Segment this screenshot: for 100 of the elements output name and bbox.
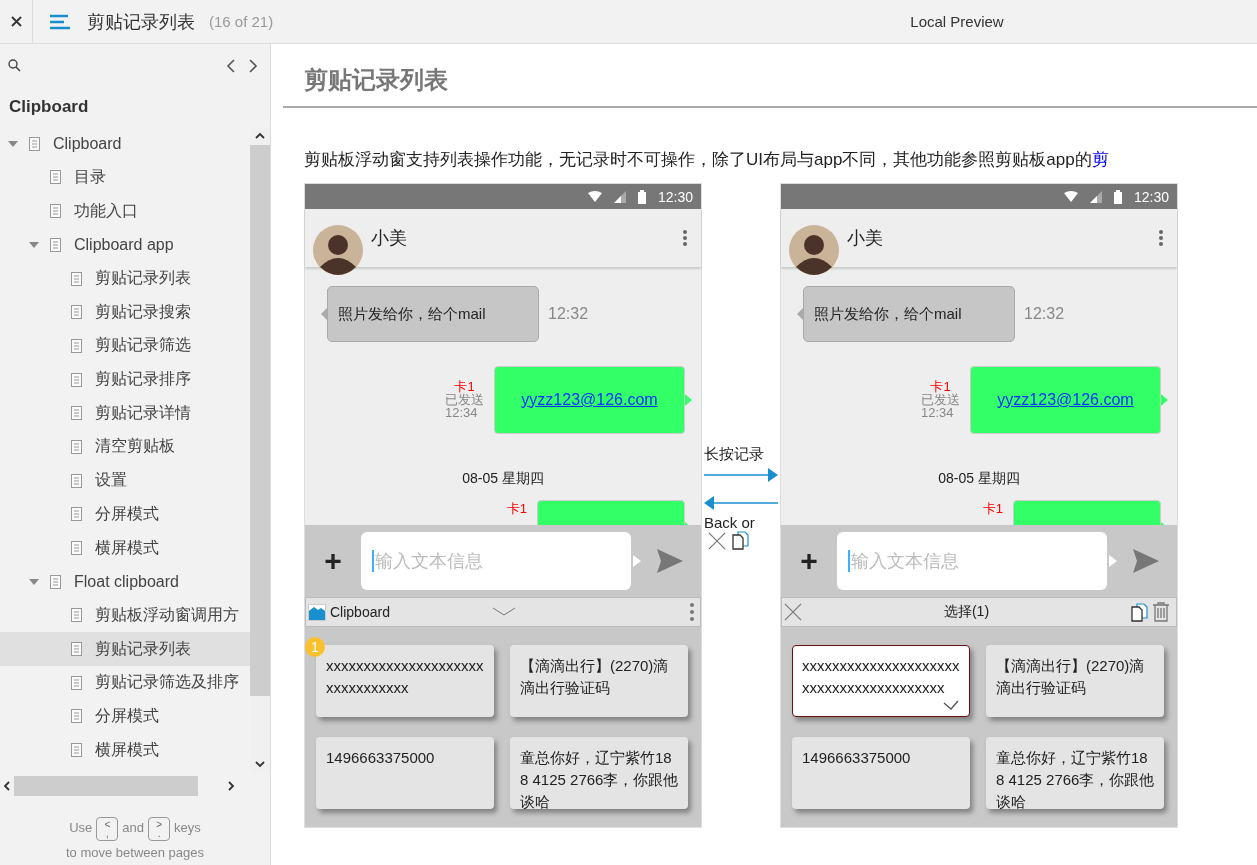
preview-label: Local Preview — [909, 13, 1005, 30]
document-icon — [71, 372, 82, 387]
caret-down-icon[interactable] — [8, 138, 18, 149]
tree-item[interactable]: 剪贴记录筛选 — [0, 329, 250, 363]
tree-item[interactable]: 横屏模式 — [0, 531, 250, 565]
clip-text: 童总你好，辽宁紫竹188 4125 2766李，你跟他谈哈 — [520, 749, 679, 810]
caret-down-icon[interactable] — [29, 576, 39, 587]
add-button[interactable]: + — [305, 544, 361, 578]
tree-item[interactable]: 剪贴记录详情 — [0, 396, 250, 431]
clip-text: 1496663375000 — [326, 749, 435, 766]
clip-card[interactable]: 1496663375000 — [316, 737, 494, 809]
email-link[interactable]: yyzz123@126.com — [997, 391, 1134, 409]
scroll-down-icon[interactable] — [255, 760, 265, 768]
more-icon[interactable] — [1159, 230, 1163, 246]
hint-text: Use — [69, 820, 93, 836]
menu-icon[interactable] — [50, 13, 70, 30]
triangle-icon — [633, 555, 641, 567]
document-icon — [71, 507, 82, 522]
intro-link[interactable]: 剪 — [1091, 150, 1109, 169]
annotation-label: Back or — [704, 514, 756, 531]
clip-card[interactable]: xxxxxxxxxxxxxxxxxxxxxxxxxxxxxxxx — [316, 645, 494, 717]
search-icon[interactable] — [8, 59, 21, 73]
date-label: 08-05 星期四 — [938, 470, 1020, 486]
tree-item[interactable]: 剪贴记录排序 — [0, 362, 250, 397]
tree-item[interactable]: 分屏模式 — [0, 699, 250, 734]
triangle-icon — [1109, 555, 1117, 567]
next-icon[interactable] — [249, 58, 258, 73]
tree-item[interactable]: Clipboard app — [0, 228, 250, 262]
contact-name: 小美 — [371, 227, 408, 250]
check-icon — [943, 700, 959, 710]
status-bar: 12:30 — [781, 184, 1177, 209]
send-icon[interactable] — [657, 549, 683, 573]
clip-card[interactable]: 童总你好，辽宁紫竹188 4125 2766李，你跟他谈哈 — [510, 737, 688, 809]
tree-item[interactable]: 剪贴记录列表 — [0, 261, 250, 296]
clip-card[interactable]: 【滴滴出行】(2270)滴滴出行验证码 — [510, 645, 688, 717]
scroll-left-icon[interactable] — [3, 781, 10, 792]
intro-paragraph: 剪贴板浮动窗支持列表操作功能，无记录时不可操作，除了UI布局与app不同，其他功能参照剪贴板app的剪 — [304, 150, 1109, 169]
message-time: 12:34 — [445, 406, 478, 419]
document-icon — [71, 439, 82, 454]
document-icon — [71, 541, 82, 555]
clip-text: 童总你好，辽宁紫竹188 4125 2766李，你跟他谈哈 — [996, 749, 1155, 810]
close-icon[interactable] — [708, 531, 726, 550]
message-time: 12:32 — [548, 305, 589, 323]
tree-item[interactable]: 分屏模式 — [0, 497, 250, 532]
tree-item[interactable]: 剪贴记录列表 — [0, 632, 250, 666]
sim-label: 卡1 — [453, 380, 475, 393]
tree-item[interactable]: 剪贴板浮动窗调用方 — [0, 598, 250, 633]
scroll-right-icon[interactable] — [228, 781, 235, 792]
page-counter: (16 of 21) — [209, 13, 274, 30]
send-icon[interactable] — [1133, 549, 1159, 573]
chevron-down-icon[interactable] — [492, 607, 516, 617]
email-link[interactable]: yyzz123@126.com — [521, 391, 658, 409]
tree-item[interactable]: 剪贴记录搜索 — [0, 295, 250, 330]
tree-item[interactable]: 横屏模式 — [0, 733, 250, 767]
close-icon[interactable] — [784, 603, 802, 621]
add-button[interactable]: + — [781, 544, 837, 578]
tree-item[interactable]: 剪贴记录筛选及排序 — [0, 665, 250, 700]
tree-item[interactable]: Float clipboard — [0, 564, 250, 599]
wifi-icon — [1063, 191, 1078, 202]
document-icon — [71, 608, 82, 623]
battery-icon — [1113, 189, 1122, 204]
clip-text: 【滴滴出行】(2270)滴滴出行验证码 — [520, 657, 669, 696]
battery-icon — [637, 189, 646, 204]
avatar-icon — [789, 225, 839, 275]
clip-card[interactable]: 1496663375000 — [792, 737, 970, 809]
scroll-up-icon[interactable] — [255, 132, 265, 140]
document-icon — [29, 136, 40, 151]
panel-title: Clipboard — [330, 604, 391, 620]
clip-card[interactable]: 童总你好，辽宁紫竹188 4125 2766李，你跟他谈哈 — [986, 737, 1164, 809]
clip-card[interactable]: xxxxxxxxxxxxxxxxxxxxxxxxxxxxxxxxxxxxxxxx — [792, 645, 970, 717]
more-icon[interactable] — [690, 603, 694, 621]
tree-item[interactable]: 目录 — [0, 160, 250, 195]
message-time: 12:34 — [921, 406, 954, 419]
copy-icon[interactable] — [732, 531, 749, 550]
sim-label: 卡1 — [982, 502, 1003, 515]
sent-status: 已发送 — [445, 393, 484, 406]
key-cap: < , — [96, 817, 119, 841]
clip-text: xxxxxxxxxxxxxxxxxxxxxxxxxxxxxxxxxxxxxxxx — [802, 657, 960, 696]
signal-icon — [613, 190, 626, 203]
tree-item[interactable]: 设置 — [0, 463, 250, 498]
copy-icon[interactable] — [1131, 602, 1148, 622]
date-label: 08-05 星期四 — [462, 470, 544, 486]
tree-item[interactable]: Clipboard — [0, 126, 250, 161]
count-badge: 1 — [305, 637, 325, 657]
previous-icon[interactable] — [226, 58, 235, 73]
wifi-icon — [587, 191, 602, 202]
key-cap: > . — [148, 817, 171, 841]
clip-card[interactable]: 【滴滴出行】(2270)滴滴出行验证码 — [986, 645, 1164, 717]
caret-down-icon[interactable] — [29, 239, 39, 250]
sim-label: 卡1 — [929, 380, 951, 393]
document-icon — [71, 642, 82, 657]
message-time: 12:32 — [1024, 305, 1065, 323]
tree-item[interactable]: 功能入口 — [0, 194, 250, 228]
tree-item[interactable]: 清空剪贴板 — [0, 430, 250, 464]
document-icon — [71, 709, 82, 724]
clip-text: 【滴滴出行】(2270)滴滴出行验证码 — [996, 657, 1145, 696]
status-bar: 12:30 — [305, 184, 701, 209]
document-icon — [50, 237, 61, 252]
document-icon — [71, 338, 82, 353]
more-icon[interactable] — [683, 230, 687, 246]
